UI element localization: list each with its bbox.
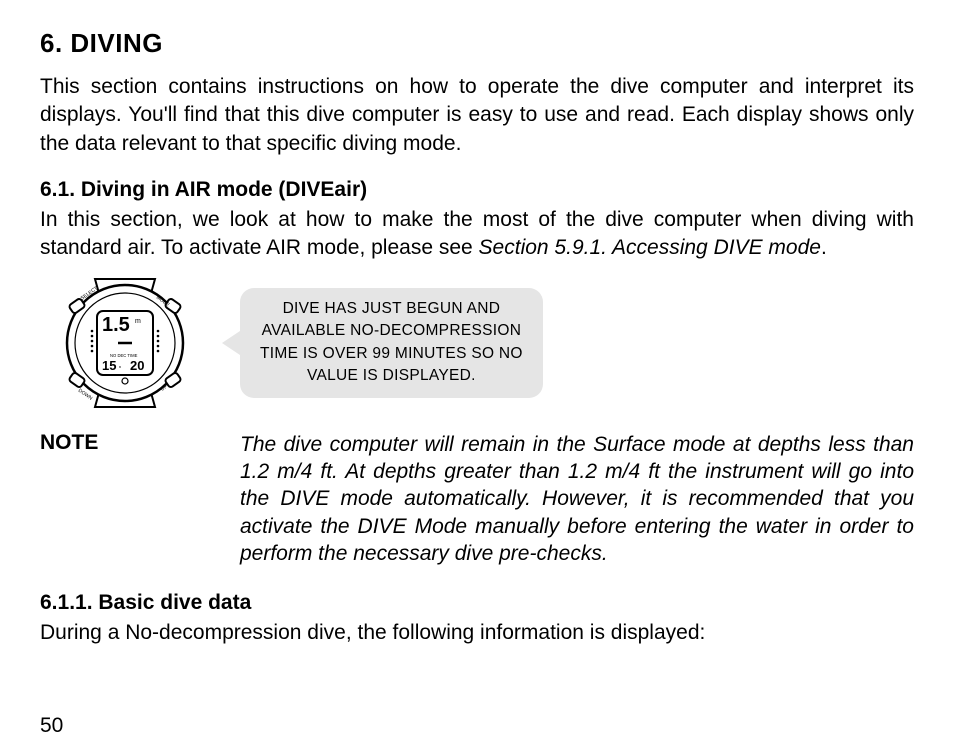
callout-line: VALUE IS DISPLAYED. (260, 365, 523, 387)
subsection-6-1-1-heading: 6.1.1. Basic dive data (40, 591, 914, 615)
document-page: 6. DIVING This section contains instruct… (0, 0, 954, 756)
note-block: NOTE The dive computer will remain in th… (40, 431, 914, 567)
text-run: . (821, 236, 827, 259)
callout-tail (222, 331, 240, 355)
watch-top-value: 1.5 (102, 314, 130, 336)
watch-illustration: SELECT MODE DOWN UP 1.5 m NO DEC TI (40, 273, 210, 413)
subsection-6-1-1-text: During a No-decompression dive, the foll… (40, 619, 914, 647)
watch-bottom-right: 20 (130, 358, 144, 373)
callout-bubble: DIVE HAS JUST BEGUN AND AVAILABLE NO-DEC… (240, 288, 543, 398)
cross-reference: Section 5.9.1. Accessing DIVE mode (479, 236, 821, 259)
watch-top-unit: m (135, 318, 141, 325)
subsection-6-1-text: In this section, we look at how to make … (40, 206, 914, 263)
watch-bottom-left: 15 (102, 358, 116, 373)
note-label: NOTE (40, 431, 240, 567)
callout-line: TIME IS OVER 99 MINUTES SO NO (260, 343, 523, 365)
intro-paragraph: This section contains instructions on ho… (40, 73, 914, 158)
subsection-6-1-heading: 6.1. Diving in AIR mode (DIVEair) (40, 178, 914, 202)
callout-line: DIVE HAS JUST BEGUN AND (260, 298, 523, 320)
note-text: The dive computer will remain in the Sur… (240, 431, 914, 567)
section-heading: 6. DIVING (40, 28, 914, 59)
callout-line: AVAILABLE NO-DECOMPRESSION (260, 320, 523, 342)
page-number: 50 (40, 714, 63, 738)
svg-text:°: ° (119, 366, 121, 372)
figure-row: SELECT MODE DOWN UP 1.5 m NO DEC TI (40, 273, 914, 413)
